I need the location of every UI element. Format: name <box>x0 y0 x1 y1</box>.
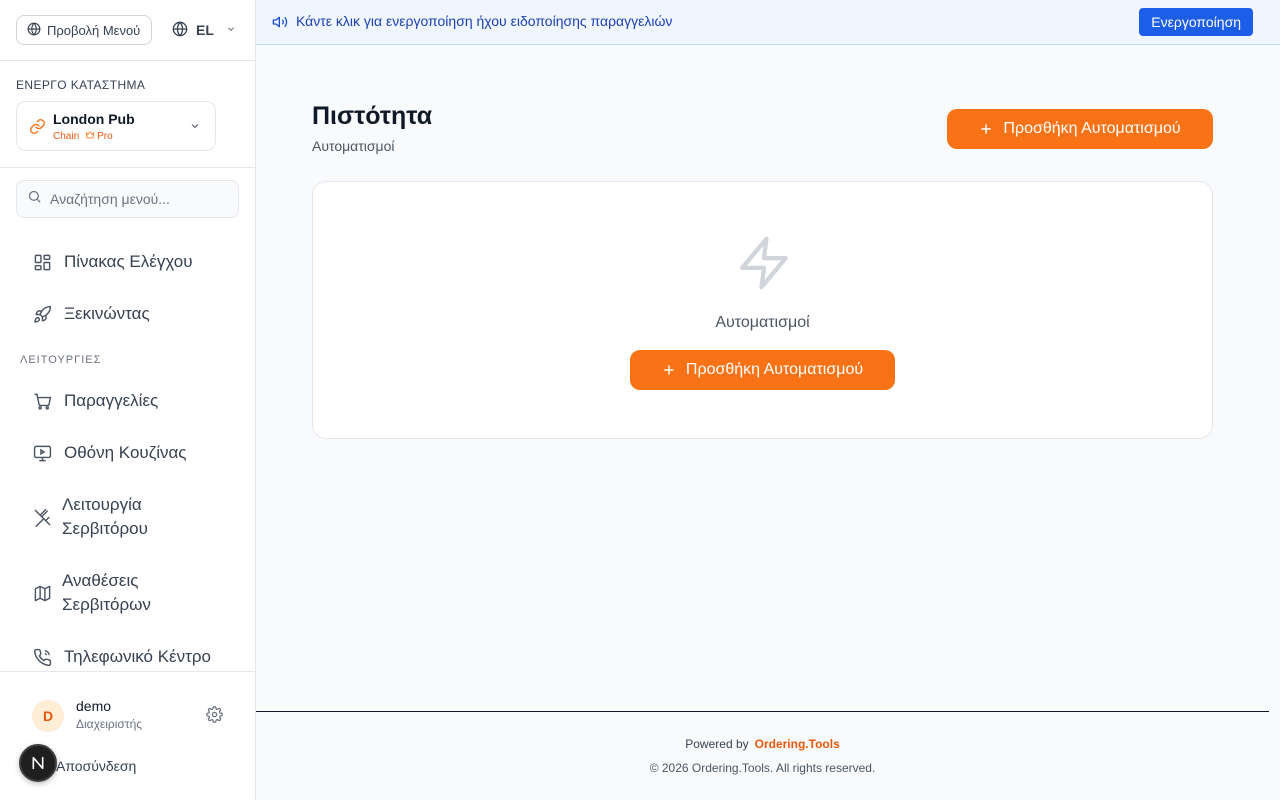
sidebar-item-getting-started[interactable]: Ξεκινώντας <box>16 302 240 326</box>
plus-icon <box>979 122 993 136</box>
sidebar: Προβολή Μενού EL ΕΝΕΡΓΟ ΚΑΤΑΣΤΗΜΑ London… <box>0 0 256 800</box>
sidebar-item-call-center[interactable]: Τηλεφωνικό Κέντρο <box>16 645 240 669</box>
rocket-icon <box>32 304 52 324</box>
empty-add-automation-button[interactable]: Προσθήκη Αυτοματισμού <box>630 350 895 390</box>
sidebar-item-label: Λειτουργία <box>62 495 142 514</box>
empty-state-text: Αυτοματισμοί <box>715 314 810 331</box>
monitor-icon <box>32 443 52 463</box>
chevron-down-icon <box>189 119 201 137</box>
lightning-icon <box>735 232 793 299</box>
menu-search-box <box>16 180 239 218</box>
add-automation-button[interactable]: Προσθήκη Αυτοματισμού <box>947 109 1213 149</box>
section-label-operations: ΛΕΙΤΟΥΡΓΙΕΣ <box>20 354 102 366</box>
sidebar-item-label: Οθόνη Κουζίνας <box>64 443 187 462</box>
dev-tools-badge[interactable] <box>19 744 57 782</box>
sidebar-top-bar: Προβολή Μενού EL <box>0 0 255 61</box>
menu-view-button[interactable]: Προβολή Μενού <box>16 15 152 45</box>
sidebar-item-label-wrap: Λειτουργία Σερβιτόρου <box>62 493 148 541</box>
empty-add-automation-label: Προσθήκη Αυτοματισμού <box>685 361 864 378</box>
sidebar-item-label: Ξεκινώντας <box>64 304 150 323</box>
sidebar-item-label: Αναθέσεις <box>62 571 139 590</box>
globe-icon <box>172 21 188 40</box>
sidebar-item-kitchen-display[interactable]: Οθόνη Κουζίνας <box>16 441 240 465</box>
sidebar-item-label: Τηλεφωνικό Κέντρο <box>64 647 211 666</box>
enable-sound-button[interactable]: Ενεργοποίηση <box>1139 8 1253 36</box>
sidebar-item-label-wrap: Αναθέσεις Σερβιτόρων <box>62 569 151 617</box>
store-type: Chain <box>53 131 80 142</box>
sidebar-item-label: Πίνακας Ελέγχου <box>64 252 193 271</box>
sidebar-item-waiter-assignments[interactable]: Αναθέσεις Σερβιτόρων <box>16 569 240 617</box>
plus-icon <box>662 363 676 377</box>
gear-icon[interactable] <box>206 706 223 728</box>
sidebar-item-waiter-mode[interactable]: Λειτουργία Σερβιτόρου <box>16 493 240 541</box>
sidebar-item-dashboard[interactable]: Πίνακας Ελέγχου <box>16 250 240 274</box>
store-meta: Chain Pro <box>53 130 113 143</box>
language-selector[interactable]: EL <box>172 15 236 45</box>
banner-text: Κάντε κλικ για ενεργοποίηση ήχου ειδοποί… <box>296 13 673 29</box>
crown-icon <box>85 130 95 143</box>
sidebar-item-label: Σερβιτόρου <box>62 519 148 538</box>
store-selector[interactable]: London Pub Chain Pro <box>16 101 216 151</box>
powered-by-text: Powered by <box>685 737 749 751</box>
store-plan: Pro <box>97 131 113 142</box>
sidebar-item-label: Παραγγελίες <box>64 391 159 410</box>
chevron-down-icon <box>226 24 236 37</box>
menu-view-label: Προβολή Μενού <box>47 22 141 38</box>
add-automation-label: Προσθήκη Αυτοματισμού <box>1003 120 1181 137</box>
search-icon <box>27 189 42 209</box>
dashboard-icon <box>32 252 52 272</box>
active-store-section: ΕΝΕΡΓΟ ΚΑΤΑΣΤΗΜΑ London Pub Chain Pro <box>0 61 255 168</box>
user-role: Διαχειριστής <box>76 717 143 731</box>
active-store-label: ΕΝΕΡΓΟ ΚΑΤΑΣΤΗΜΑ <box>16 78 146 92</box>
page-subtitle: Αυτοματισμοί <box>312 138 395 154</box>
automations-empty-state: Αυτοματισμοί Προσθήκη Αυτοματισμού <box>312 181 1213 439</box>
footer: Powered by Ordering.Tools © 2026 Ordering… <box>256 711 1269 800</box>
page-title: Πιστότητα <box>312 102 433 130</box>
speaker-icon <box>272 14 288 35</box>
avatar: D <box>32 700 64 732</box>
cart-icon <box>32 391 52 411</box>
language-code: EL <box>196 22 214 38</box>
store-name: London Pub <box>53 111 135 127</box>
sidebar-item-label: Σερβιτόρων <box>62 595 151 614</box>
n-logo-icon <box>30 755 46 771</box>
sidebar-item-orders[interactable]: Παραγγελίες <box>16 389 240 413</box>
link-icon <box>29 118 46 140</box>
phone-icon <box>32 647 52 667</box>
map-icon <box>32 583 52 603</box>
user-name: demo <box>76 698 112 714</box>
menu-search-input[interactable] <box>50 191 230 207</box>
notification-sound-banner: Κάντε κλικ για ενεργοποίηση ήχου ειδοποί… <box>256 0 1280 45</box>
utensils-crossed-icon <box>32 507 52 527</box>
logout-button[interactable]: Αποσύνδεση <box>56 758 136 774</box>
powered-by: Powered by Ordering.Tools <box>256 737 1269 751</box>
copyright: © 2026 Ordering.Tools. All rights reserv… <box>649 761 876 775</box>
brand-link[interactable]: Ordering.Tools <box>755 737 840 751</box>
globe-icon <box>27 22 41 39</box>
